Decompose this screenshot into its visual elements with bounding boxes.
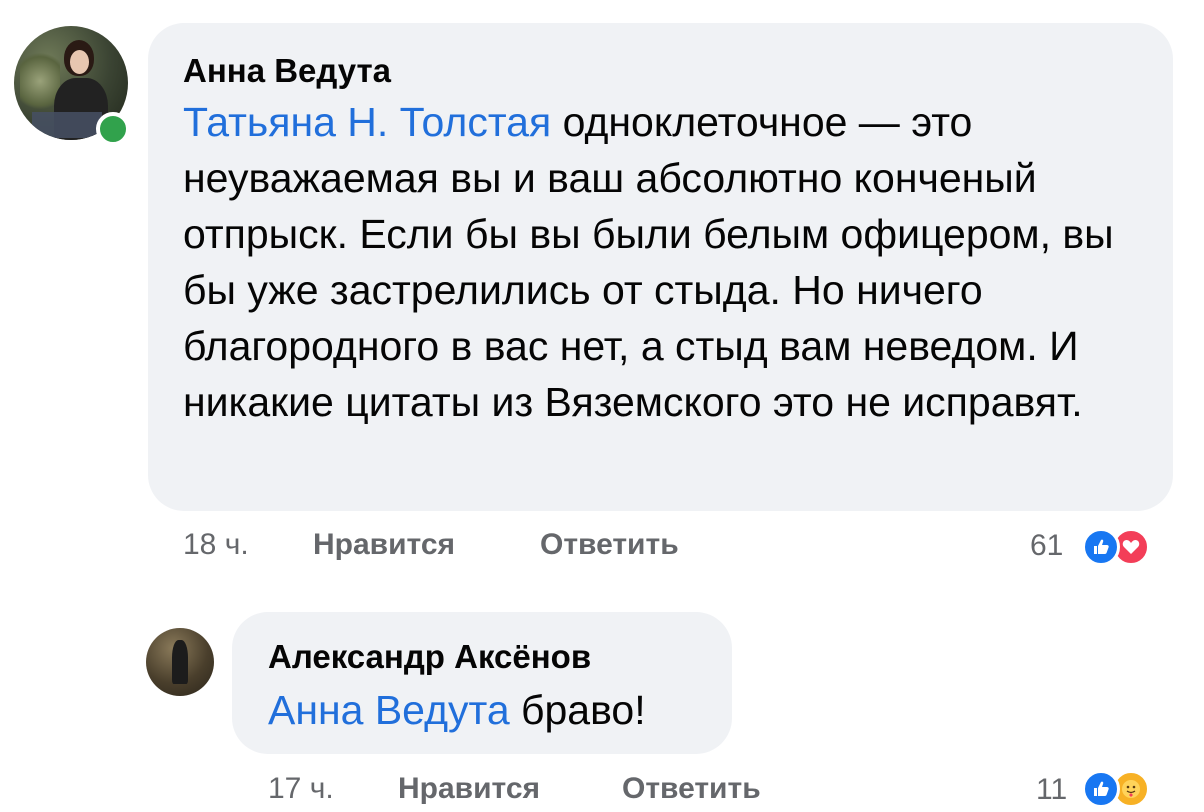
like-button[interactable]: Нравится xyxy=(313,528,455,562)
reply-button[interactable]: Ответить xyxy=(622,772,761,806)
avatar-badge xyxy=(32,112,102,138)
like-button[interactable]: Нравится xyxy=(398,772,540,806)
comment-body: одноклеточное — это неуважаемая вы и ваш… xyxy=(183,99,1114,425)
mention-link[interactable]: Анна Ведута xyxy=(268,687,510,733)
comment-text: Татьяна Н. Толстая одноклеточное — это н… xyxy=(183,94,1158,430)
avatar-alexander[interactable] xyxy=(146,628,214,696)
reaction-count[interactable]: 11 xyxy=(1036,773,1067,807)
reaction-count[interactable]: 61 xyxy=(1030,529,1063,563)
like-icon[interactable] xyxy=(1082,770,1120,808)
reply-button[interactable]: Ответить xyxy=(540,528,679,562)
comment-timestamp[interactable]: 18 ч. xyxy=(183,528,249,562)
avatar-figure xyxy=(172,640,188,684)
comment-author-link[interactable]: Александр Аксёнов xyxy=(268,638,591,676)
comment-timestamp[interactable]: 17 ч. xyxy=(268,772,334,806)
avatar-face xyxy=(70,50,89,74)
mention-link[interactable]: Татьяна Н. Толстая xyxy=(183,99,551,145)
comment-body: браво! xyxy=(509,687,646,733)
like-icon[interactable] xyxy=(1082,528,1120,566)
online-status-icon xyxy=(96,112,130,146)
comment-text: Анна Ведута браво! xyxy=(268,682,728,738)
comment-author-link[interactable]: Анна Ведута xyxy=(183,52,391,90)
